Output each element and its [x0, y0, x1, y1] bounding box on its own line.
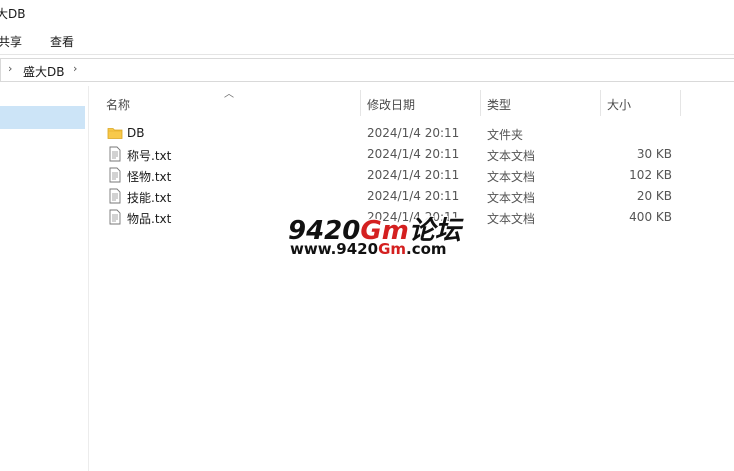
file-date: 2024/1/4 20:11: [367, 147, 460, 161]
file-row[interactable]: 怪物.txt 2024/1/4 20:11 文本文档 102 KB: [104, 165, 684, 186]
file-date: 2024/1/4 20:11: [367, 189, 460, 203]
text-file-icon: [109, 146, 121, 162]
column-divider[interactable]: [480, 90, 481, 116]
file-row[interactable]: 技能.txt 2024/1/4 20:11 文本文档 20 KB: [104, 186, 684, 207]
column-header-type[interactable]: 类型: [487, 96, 511, 113]
folder-icon: [107, 128, 123, 139]
file-name: 称号.txt: [127, 149, 172, 163]
column-divider[interactable]: [360, 90, 361, 116]
nav-selected-item[interactable]: [0, 106, 85, 129]
sort-ascending-icon: ︿: [224, 89, 234, 100]
file-type: 文本文档: [487, 212, 536, 226]
tab-view[interactable]: 查看: [50, 33, 74, 50]
file-type: 文本文档: [487, 149, 536, 163]
column-divider[interactable]: [600, 90, 601, 116]
column-divider[interactable]: [680, 90, 681, 116]
address-bar[interactable]: › 盛大DB ›: [0, 58, 734, 82]
file-date: 2024/1/4 20:11: [367, 126, 460, 140]
title-bar: 大DB: [0, 0, 734, 26]
chevron-right-icon[interactable]: ›: [73, 62, 77, 75]
text-file-icon: [109, 167, 121, 183]
file-date: 2024/1/4 20:11: [367, 168, 460, 182]
file-size: 102 KB: [629, 168, 672, 182]
file-name: 技能.txt: [127, 191, 172, 205]
ribbon-tabs: 共享 查看: [0, 26, 734, 55]
text-file-icon: [109, 209, 121, 225]
watermark-url: www.9420Gm.com: [290, 240, 447, 258]
file-row[interactable]: 称号.txt 2024/1/4 20:11 文本文档 30 KB: [104, 144, 684, 165]
watermark-logo: 9420Gm论坛 www.9420Gm.com: [288, 210, 461, 262]
window-title: 大DB: [0, 7, 26, 21]
file-name: 怪物.txt: [127, 170, 172, 184]
file-row[interactable]: DB 2024/1/4 20:11 文件夹: [104, 123, 684, 144]
navigation-pane[interactable]: [0, 86, 89, 471]
column-header-size[interactable]: 大小: [607, 96, 631, 113]
column-header-date[interactable]: 修改日期: [367, 96, 415, 113]
file-size: 400 KB: [629, 210, 672, 224]
file-type: 文本文档: [487, 170, 536, 184]
chevron-right-icon[interactable]: ›: [8, 62, 12, 75]
breadcrumb-current[interactable]: 盛大DB: [23, 63, 64, 80]
file-type: 文件夹: [487, 128, 524, 142]
column-header-name[interactable]: 名称: [106, 96, 130, 113]
file-type: 文本文档: [487, 191, 536, 205]
text-file-icon: [109, 188, 121, 204]
file-size: 20 KB: [636, 189, 672, 203]
file-name: DB: [127, 126, 145, 140]
file-name: 物品.txt: [127, 212, 172, 226]
file-size: 30 KB: [636, 147, 672, 161]
tab-share[interactable]: 共享: [0, 33, 22, 50]
